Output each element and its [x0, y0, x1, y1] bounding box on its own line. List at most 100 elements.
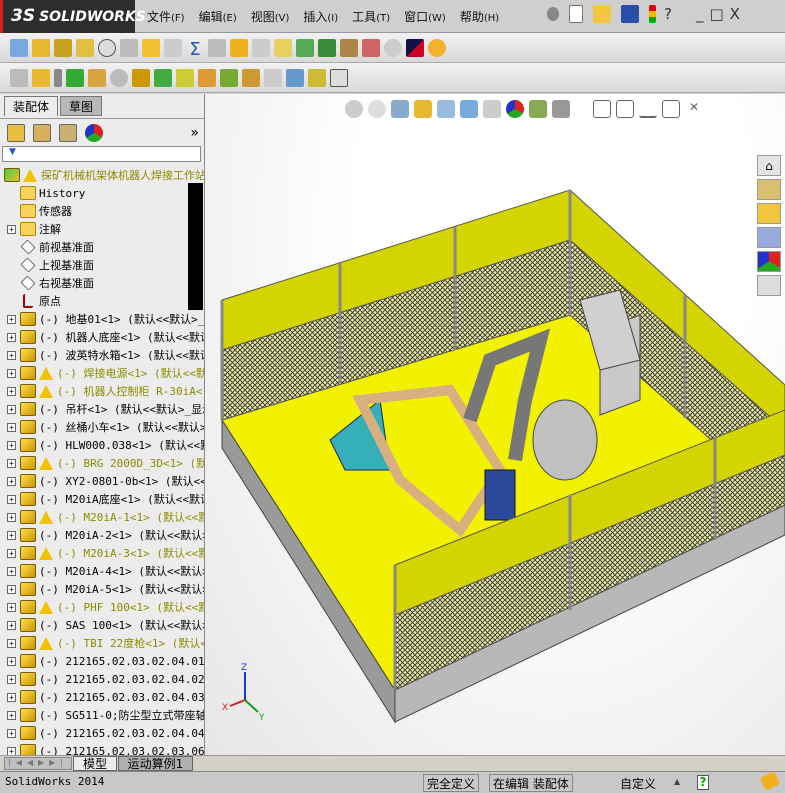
- draft-analysis-icon[interactable]: [406, 38, 424, 57]
- hide-show-icon[interactable]: [483, 100, 501, 118]
- tree-item[interactable]: + (-) 波英特水箱<1> (默认<<默认>_显示状态 1>): [0, 346, 204, 364]
- filter-icon[interactable]: ▼: [9, 147, 16, 157]
- help-button[interactable]: ?: [697, 775, 709, 790]
- open-icon[interactable]: [593, 5, 611, 23]
- view-settings-icon[interactable]: [552, 100, 570, 118]
- view-orientation-icon[interactable]: [437, 100, 455, 118]
- new-part-icon[interactable]: [32, 68, 50, 87]
- check-icon[interactable]: [142, 38, 160, 57]
- interference-icon[interactable]: [208, 38, 226, 57]
- tree-item[interactable]: + (-) XY2-0801-0b<1> (默认<<默认>_显示状态 1>): [0, 472, 204, 490]
- menu-help[interactable]: 帮助(H): [453, 8, 506, 25]
- edit-appearance-icon[interactable]: [506, 100, 524, 118]
- pin-icon[interactable]: [547, 7, 559, 21]
- expand-toggle[interactable]: +: [7, 512, 16, 522]
- curvature-icon[interactable]: [340, 38, 358, 57]
- menu-insert[interactable]: 插入(I): [296, 8, 345, 25]
- viewport-close-icon[interactable]: ✕: [685, 100, 703, 118]
- tree-item[interactable]: + 注解: [0, 220, 204, 238]
- menu-view[interactable]: 视图(V): [244, 8, 297, 25]
- expand-toggle[interactable]: +: [7, 332, 16, 342]
- performance-icon[interactable]: [98, 38, 116, 57]
- expand-toggle[interactable]: +: [7, 386, 16, 396]
- new-motion-study-icon[interactable]: [198, 68, 216, 87]
- zoom-to-area-icon[interactable]: [368, 100, 386, 118]
- help-icon[interactable]: ?: [664, 5, 672, 23]
- view-palette-icon[interactable]: [757, 227, 781, 248]
- smart-fasteners-icon[interactable]: [88, 68, 106, 87]
- tree-item[interactable]: + (-) BRG 2000D_3D<1> (默认<<默认>_显示状态 1>): [0, 454, 204, 472]
- tree-item[interactable]: + (-) 212165.02.03.02.04.02;: [0, 670, 204, 688]
- maximize-button[interactable]: □: [709, 5, 723, 23]
- tree-item[interactable]: + (-) M20iA-1<1> (默认<<默认>_显示状态 1>): [0, 508, 204, 526]
- tree-item[interactable]: + (-) 机器人底座<1> (默认<<默认>_显示状态 1>): [0, 328, 204, 346]
- tree-item[interactable]: + (-) HLW000.038<1> (默认<<默认>_显示状态 1>): [0, 436, 204, 454]
- tree-item[interactable]: + (-) M20iA-5<1> (默认<<默认>_显示状态 1>): [0, 580, 204, 598]
- rebuild-icon[interactable]: [649, 5, 656, 23]
- menu-window[interactable]: 窗口(W): [397, 8, 453, 25]
- interference-detection-icon[interactable]: [286, 68, 304, 87]
- tab-motion-study[interactable]: 运动算例1: [118, 756, 193, 771]
- sum-icon[interactable]: Σ: [186, 39, 204, 60]
- viewport-restore-icon[interactable]: [662, 100, 680, 118]
- tab-model[interactable]: 模型: [73, 756, 117, 771]
- tree-item[interactable]: + (-) M20iA-2<1> (默认<<默认>_显示状态 1>): [0, 526, 204, 544]
- custom-properties-icon[interactable]: [757, 275, 781, 296]
- expand-toggle[interactable]: +: [7, 530, 16, 540]
- tree-item[interactable]: + (-) M20iA-4<1> (默认<<默认>_显示状态 1>): [0, 562, 204, 580]
- tree-item[interactable]: + (-) 焊接电源<1> (默认<<默认>_显示状态 1>): [0, 364, 204, 382]
- expand-toggle[interactable]: +: [7, 566, 16, 576]
- expand-toggle[interactable]: +: [7, 350, 16, 360]
- zebra-icon[interactable]: [362, 38, 380, 57]
- tab-assembly[interactable]: 装配体: [4, 96, 59, 116]
- solidworks-logo[interactable]: 3S SOLIDWORKS: [0, 0, 146, 33]
- bill-of-materials-icon[interactable]: [220, 68, 238, 87]
- expand-toggle[interactable]: +: [7, 548, 16, 558]
- menu-edit[interactable]: 编辑(E): [192, 8, 244, 25]
- assembly-features-icon[interactable]: [154, 68, 172, 87]
- checkmark-icon[interactable]: [384, 38, 402, 57]
- zoom-to-fit-icon[interactable]: [345, 100, 363, 118]
- tree-item[interactable]: + (-) PHF 100<1> (默认<<默认>_显示状态 1>): [0, 598, 204, 616]
- linear-pattern-icon[interactable]: [66, 68, 84, 87]
- tree-item[interactable]: + (-) SAS 100<1> (默认<<默认>_显示状态 1>): [0, 616, 204, 634]
- tree-root-assembly[interactable]: 探矿机械机架体机器人焊接工作站: [0, 166, 204, 184]
- expand-panel-button[interactable]: »: [190, 125, 199, 141]
- expand-toggle[interactable]: +: [7, 638, 16, 648]
- tree-item[interactable]: + (-) 212165.02.03.02.04.01;: [0, 652, 204, 670]
- insert-component-icon[interactable]: [10, 68, 28, 87]
- compare-icon[interactable]: [296, 38, 314, 57]
- reference-geometry-icon[interactable]: [176, 68, 194, 87]
- mate-icon[interactable]: [54, 68, 62, 87]
- expand-toggle[interactable]: +: [7, 728, 16, 738]
- tab-scroll-buttons[interactable]: |◀◀▶▶|: [4, 757, 72, 770]
- tree-item[interactable]: + (-) 丝桶小车<1> (默认<<默认>_显示状态 1>): [0, 418, 204, 436]
- move-component-icon[interactable]: [110, 68, 128, 87]
- statistics-icon[interactable]: [120, 38, 138, 57]
- tree-item[interactable]: 原点: [0, 292, 204, 310]
- expand-toggle[interactable]: +: [7, 224, 16, 234]
- expand-toggle[interactable]: +: [7, 620, 16, 630]
- expand-toggle[interactable]: +: [7, 458, 16, 468]
- new-document-icon[interactable]: [569, 5, 583, 23]
- tree-item[interactable]: + (-) 吊杆<1> (默认<<默认>_显示状态 1>): [0, 400, 204, 418]
- file-explorer-icon[interactable]: [757, 203, 781, 224]
- excel-icon[interactable]: [318, 38, 336, 57]
- expand-toggle[interactable]: +: [7, 674, 16, 684]
- tree-item[interactable]: + (-) 212165.02.03.02.04.04;: [0, 724, 204, 742]
- feature-manager-icon[interactable]: [7, 123, 25, 142]
- rebuild-tag-icon[interactable]: [759, 771, 781, 791]
- units-up-arrow[interactable]: ▲: [674, 777, 680, 786]
- expand-toggle[interactable]: +: [7, 314, 16, 324]
- appearances-icon[interactable]: [757, 251, 781, 272]
- tree-item[interactable]: 右视基准面: [0, 274, 204, 292]
- status-units[interactable]: 自定义: [620, 775, 656, 792]
- tree-item[interactable]: 上视基准面: [0, 256, 204, 274]
- tree-item[interactable]: + (-) M20iA-3<1> (默认<<默认>_显示状态 1>): [0, 544, 204, 562]
- exploded-view-icon[interactable]: [242, 68, 260, 87]
- explode-line-icon[interactable]: [264, 68, 282, 87]
- design-library-icon[interactable]: [757, 179, 781, 200]
- expand-toggle[interactable]: +: [7, 368, 16, 378]
- menu-tools[interactable]: 工具(T): [345, 8, 397, 25]
- tree-item[interactable]: + (-) SG511-0;防尘型立式带座轴承: [0, 706, 204, 724]
